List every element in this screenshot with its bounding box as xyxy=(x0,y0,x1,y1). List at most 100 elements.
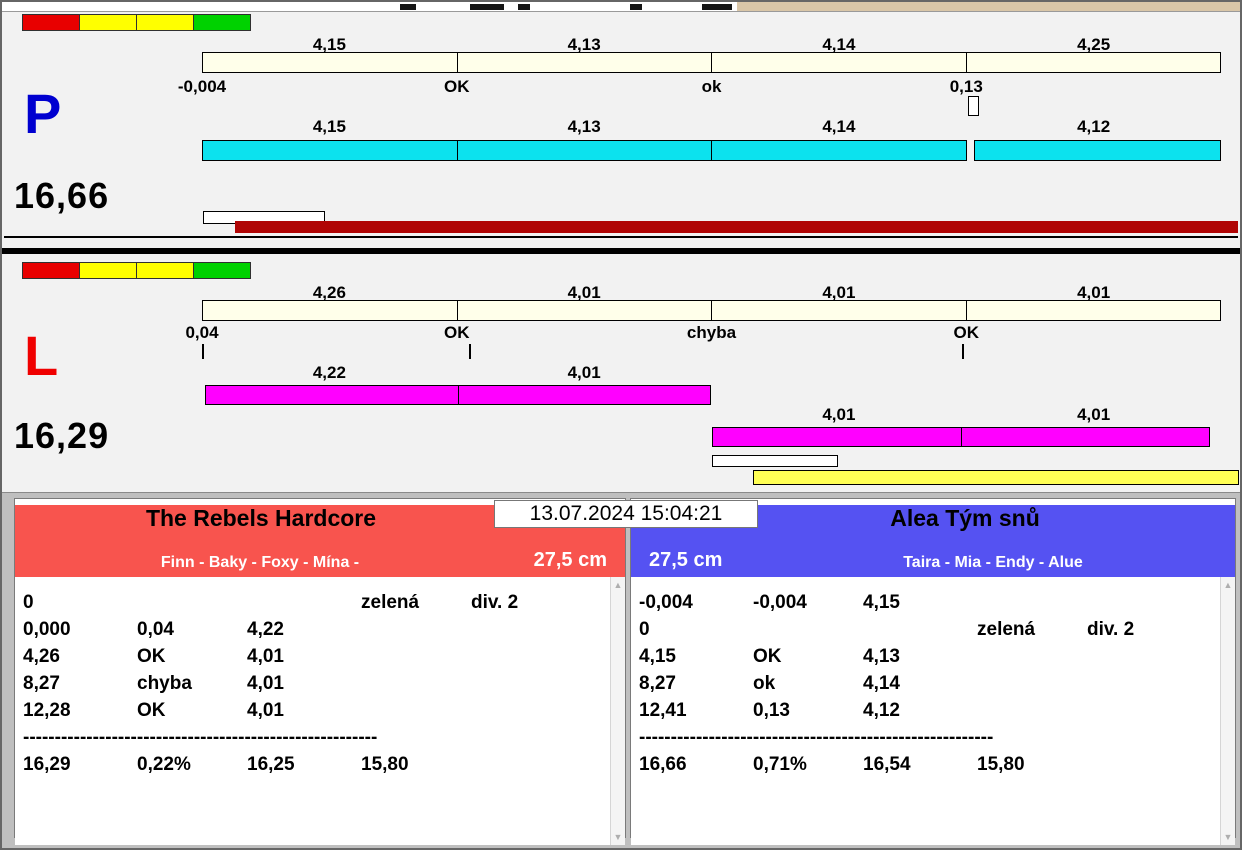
lane-letter-l: L xyxy=(24,324,59,387)
time-values-row-p: 4,15 4,13 4,14 4,12 xyxy=(202,118,1221,136)
table-cell xyxy=(753,616,863,643)
table-row: 8,27 ok 4,14 xyxy=(639,670,1219,697)
table-row: 0,000 0,04 4,22 xyxy=(23,616,609,643)
bar-segment xyxy=(206,386,459,404)
table-cell: div. 2 xyxy=(471,592,519,613)
table-row: 4,26 OK 4,01 xyxy=(23,643,609,670)
dog-values-row-l1: 4,22 4,01 xyxy=(202,364,1221,382)
light-yellow-2-icon xyxy=(136,14,194,31)
bar-segment xyxy=(962,428,1210,446)
separator-line: ----------------------------------------… xyxy=(639,727,994,748)
table-cell xyxy=(361,670,471,697)
bar-segment xyxy=(459,386,711,404)
table-cell: 8,27 xyxy=(639,673,676,694)
table-cell: 0,22% xyxy=(137,754,191,775)
table-cell: 0,13 xyxy=(753,700,790,721)
dog-time: 4,01 xyxy=(822,405,856,424)
table-cell: 0 xyxy=(639,619,650,640)
table-cell xyxy=(471,697,609,724)
table-cell: zelená xyxy=(361,592,420,613)
light-red-icon xyxy=(22,262,80,279)
light-green-icon xyxy=(193,262,251,279)
table-cell xyxy=(977,643,1087,670)
team-panel-right: Alea Tým snů 27,5 cm Taira - Mia - Endy … xyxy=(630,498,1236,845)
table-row: 12,28 OK 4,01 xyxy=(23,697,609,724)
lane-total-l: 16,29 xyxy=(14,415,110,456)
bar-segment xyxy=(712,53,967,72)
table-cell xyxy=(471,751,609,778)
dog-time: 4,13 xyxy=(567,117,601,136)
table-cell: 4,01 xyxy=(247,673,284,694)
team-subrow: Finn - Baky - Foxy - Mína - 27,5 cm xyxy=(15,549,625,572)
jump-height-label: 27,5 cm xyxy=(533,549,607,571)
scrollbar-down-arrow[interactable]: ▼ xyxy=(611,830,625,844)
table-cell xyxy=(977,589,1087,616)
scrollbar[interactable]: ▲ ▼ xyxy=(610,577,625,845)
bar-segment xyxy=(967,53,1221,72)
table-cell xyxy=(361,643,471,670)
scrollbar-down-arrow[interactable]: ▼ xyxy=(1221,830,1235,844)
time-bar-p-main xyxy=(202,140,967,161)
scrollbar[interactable]: ▲ ▼ xyxy=(1220,577,1235,845)
bar-segment xyxy=(713,428,962,446)
lane-p-section: 4,15 4,13 4,14 4,25 -0,004 OK ok 0,13 4,… xyxy=(2,12,1240,248)
table-cell: 16,29 xyxy=(23,754,71,775)
table-row: 12,41 0,13 4,12 xyxy=(639,697,1219,724)
table-cell: chyba xyxy=(137,673,192,694)
time-bar-l-first xyxy=(205,385,711,405)
table-cell: 16,25 xyxy=(247,754,295,775)
dog-time: 4,01 xyxy=(567,363,601,382)
status-label: chyba xyxy=(686,323,737,342)
dog-time: 4,15 xyxy=(312,117,346,136)
table-cell xyxy=(247,589,361,616)
table-cell: OK xyxy=(137,700,166,721)
timing-tick xyxy=(202,344,204,359)
status-label: OK xyxy=(444,77,470,96)
status-label: -0,004 xyxy=(177,77,227,96)
progress-bar-red xyxy=(235,221,1238,233)
separator-line: ----------------------------------------… xyxy=(23,727,378,748)
bar-segment xyxy=(203,53,458,72)
team-panel-left: The Rebels Hardcore Finn - Baky - Foxy -… xyxy=(14,498,626,845)
table-cell: -0,004 xyxy=(639,592,693,613)
bar-segment xyxy=(712,301,967,320)
bar-segment xyxy=(203,141,458,160)
bar-segment xyxy=(458,53,712,72)
table-cell xyxy=(977,670,1087,697)
timing-tick xyxy=(962,344,964,359)
status-row-p: -0,004 OK ok 0,13 xyxy=(178,77,1221,96)
background-text-artifact xyxy=(400,4,416,10)
bar-segment xyxy=(458,301,712,320)
background-window-strip xyxy=(2,2,1240,12)
table-row: 4,15 OK 4,13 xyxy=(639,643,1219,670)
scrollbar-up-arrow[interactable]: ▲ xyxy=(611,578,625,592)
light-green-icon xyxy=(193,14,251,31)
table-cell xyxy=(1087,697,1219,724)
table-cell: OK xyxy=(137,646,166,667)
scrollbar-up-arrow[interactable]: ▲ xyxy=(1221,578,1235,592)
bar-segment xyxy=(458,141,713,160)
team-members: Finn - Baky - Foxy - Mína - xyxy=(160,554,360,571)
light-yellow-2-icon xyxy=(136,262,194,279)
background-text-artifact xyxy=(518,4,530,10)
table-cell: 4,12 xyxy=(863,700,900,721)
status-label: 0,13 xyxy=(949,77,983,96)
jump-height-label: 27,5 cm xyxy=(649,549,723,571)
table-cell xyxy=(1087,589,1219,616)
table-cell: OK xyxy=(753,646,782,667)
start-lights-l xyxy=(22,262,251,279)
table-cell: 4,22 xyxy=(247,619,284,640)
table-cell xyxy=(361,616,471,643)
dog-time: 4,14 xyxy=(822,117,856,136)
results-area-left: ▲ ▼ 0 zelená div. 2 0,000 0,04 4,22 4,26 OK 4,01… xyxy=(15,577,625,845)
status-label: OK xyxy=(953,323,980,342)
table-row: -0,004 -0,004 4,15 xyxy=(639,589,1219,616)
lane-letter-p: P xyxy=(24,82,62,145)
table-cell xyxy=(863,616,977,643)
table-cell: 0,71% xyxy=(753,754,807,775)
table-cell: 0,04 xyxy=(137,619,174,640)
status-row-l: 0,04 OK chyba OK xyxy=(185,323,1221,342)
table-row: ----------------------------------------… xyxy=(23,724,609,751)
table-cell: 0,000 xyxy=(23,619,71,640)
table-cell: 4,15 xyxy=(639,646,676,667)
